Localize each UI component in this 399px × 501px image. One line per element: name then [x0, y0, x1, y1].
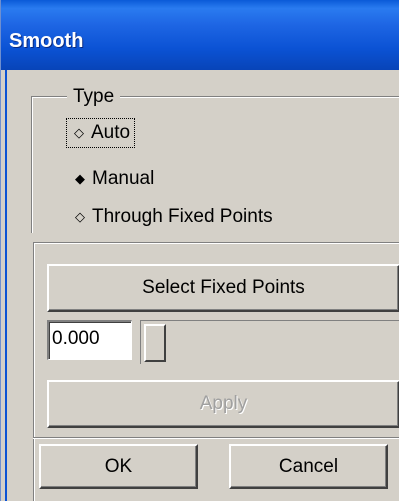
radio-auto[interactable]: ◇ Auto — [66, 118, 136, 148]
cancel-button[interactable]: Cancel — [229, 444, 388, 489]
ok-button[interactable]: OK — [39, 444, 198, 489]
smooth-dialog: Smooth Type ◇ Auto ◆ Manual ◇ Through Fi… — [0, 0, 399, 501]
radio-filled-diamond-icon: ◆ — [75, 171, 85, 186]
radio-empty-diamond-icon: ◇ — [74, 125, 84, 140]
radio-empty-diamond-icon: ◇ — [75, 209, 85, 224]
radio-through-fixed-points[interactable]: ◇ Through Fixed Points — [71, 203, 273, 231]
select-fixed-points-label: Select Fixed Points — [142, 277, 305, 298]
fixed-points-value: 0.000 — [52, 328, 100, 349]
type-group-title: Type — [67, 86, 121, 108]
panel-edge — [33, 243, 34, 501]
group-separator — [33, 242, 399, 244]
select-fixed-points-button[interactable]: Select Fixed Points — [47, 264, 399, 312]
fixed-points-value-field[interactable]: 0.000 — [47, 320, 132, 360]
radio-manual-label: Manual — [92, 168, 155, 189]
apply-label: Apply — [199, 393, 248, 414]
window-title: Smooth — [9, 30, 84, 52]
apply-button[interactable]: Apply — [47, 380, 399, 428]
actions-separator — [33, 437, 399, 439]
slider-thumb[interactable] — [144, 324, 166, 362]
fixed-points-slider[interactable] — [140, 320, 399, 364]
title-bar[interactable]: Smooth — [1, 0, 399, 70]
ok-label: OK — [104, 455, 133, 477]
cancel-label: Cancel — [278, 455, 339, 477]
radio-manual[interactable]: ◆ Manual — [71, 165, 154, 193]
radio-auto-label: Auto — [91, 122, 131, 143]
radio-through-fixed-points-label: Through Fixed Points — [92, 206, 273, 227]
